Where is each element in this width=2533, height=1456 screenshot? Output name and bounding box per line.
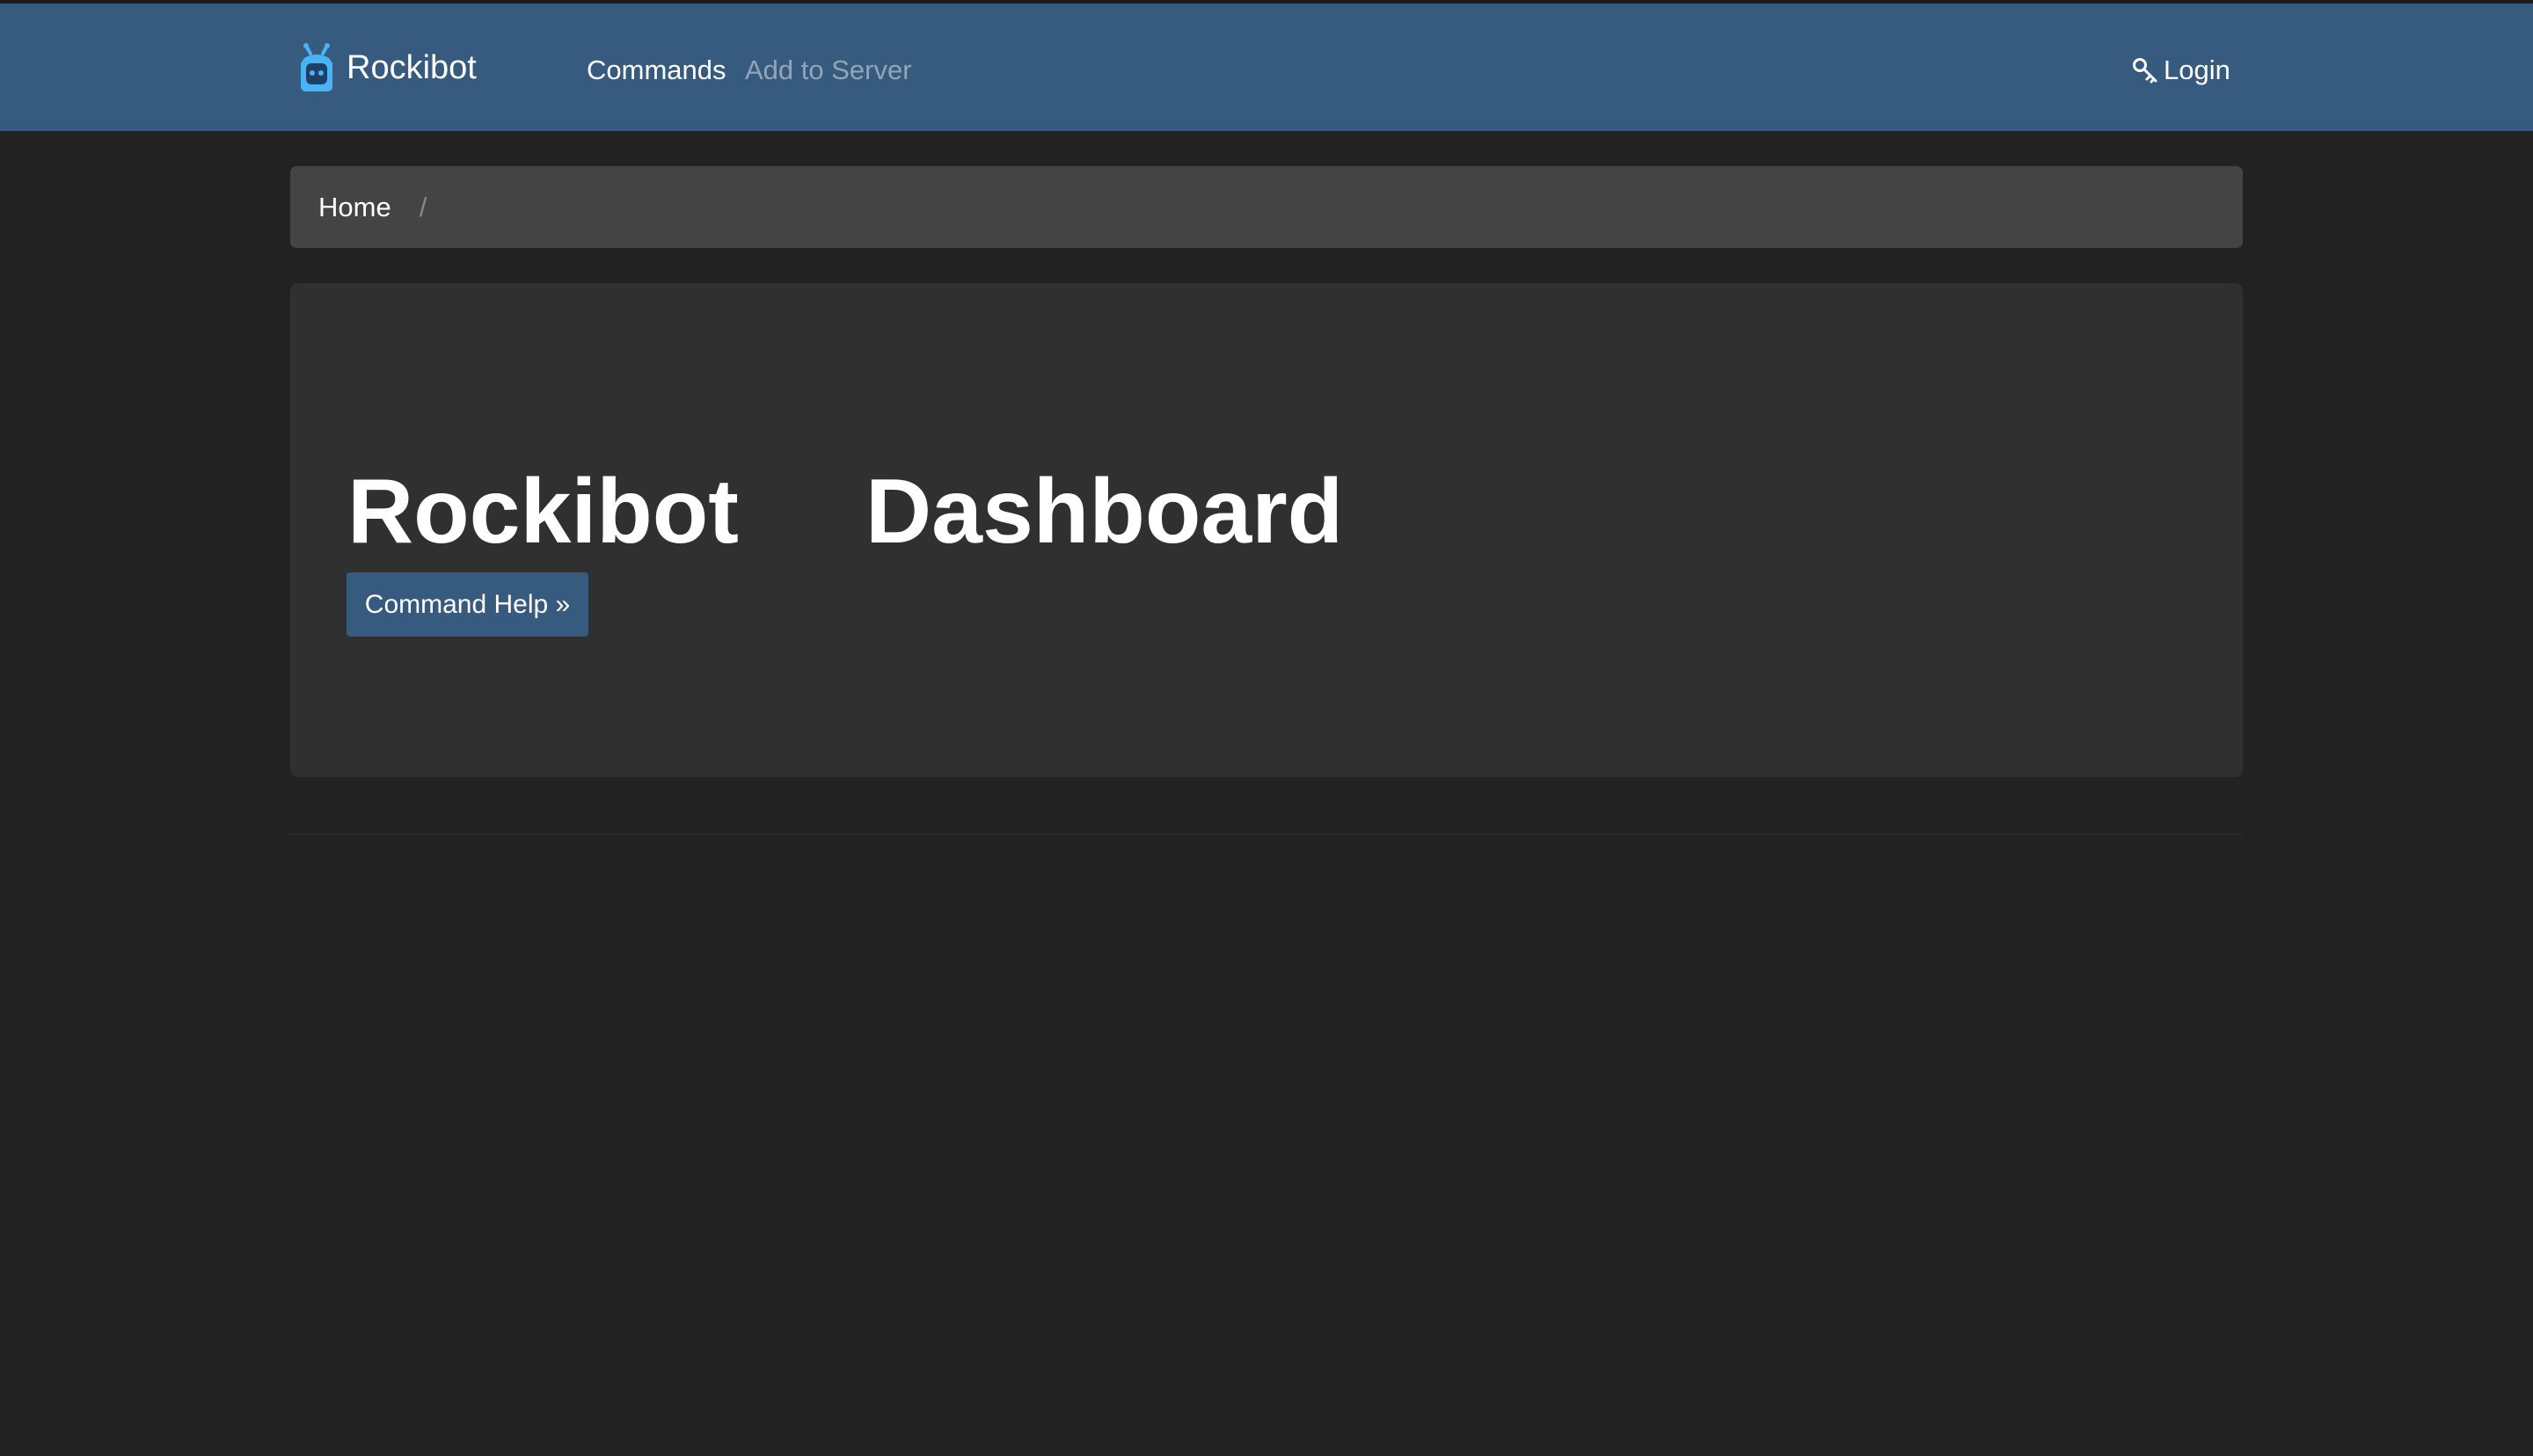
navbar: Rockibot Commands Add to Server Login — [0, 4, 2533, 131]
page-title-rockibot: Rockibot — [347, 460, 739, 563]
nav-add-to-server[interactable]: Add to Server — [745, 53, 912, 88]
login-label: Login — [2164, 55, 2230, 85]
login-link[interactable]: Login — [2132, 53, 2230, 88]
brand-link[interactable]: Rockibot — [296, 42, 477, 93]
brand-name: Rockibot — [347, 49, 477, 86]
section-divider — [290, 834, 2243, 835]
breadcrumb: Home / — [290, 166, 2243, 248]
breadcrumb-separator: / — [419, 191, 427, 222]
dashboard-jumbotron: Rockibot Dashboard Command Help » — [290, 283, 2243, 777]
command-help-button[interactable]: Command Help » — [347, 572, 588, 637]
nav-commands[interactable]: Commands — [587, 53, 726, 88]
breadcrumb-home[interactable]: Home — [318, 192, 391, 223]
page-title-dashboard: Dashboard — [865, 460, 1344, 563]
key-icon — [2133, 58, 2157, 84]
robot-icon — [301, 43, 332, 91]
